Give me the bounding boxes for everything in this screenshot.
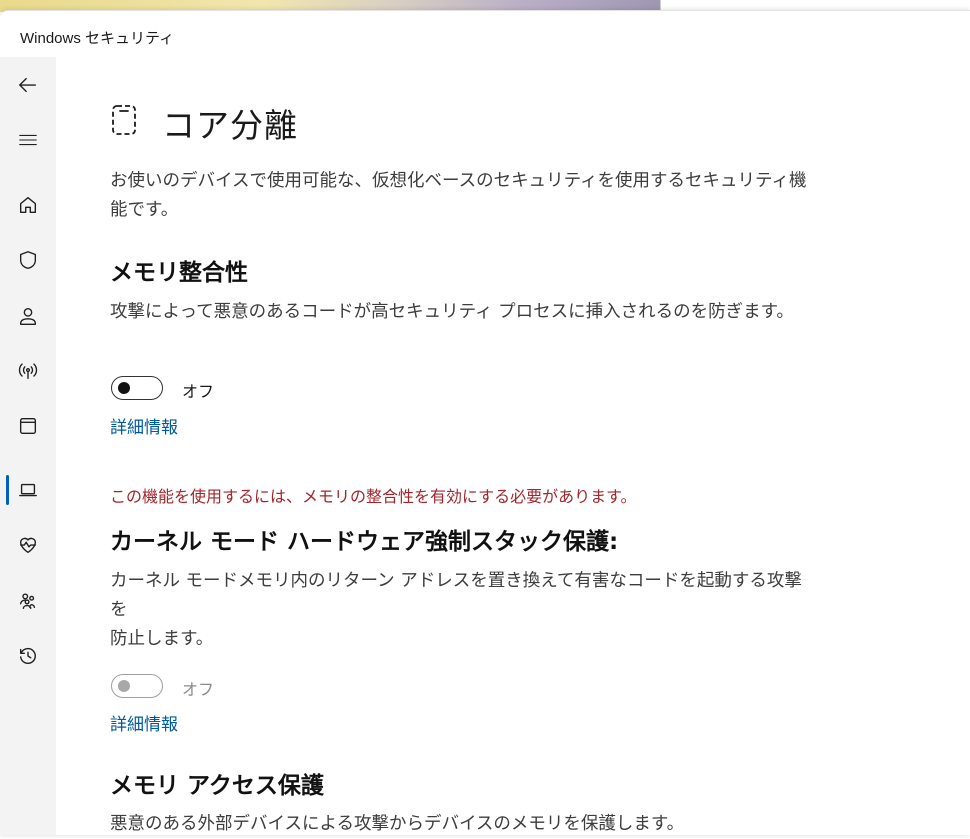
sidebar-item-device-health[interactable] bbox=[0, 523, 56, 567]
windows-security-window: Windows セキュリティ コア分離 お使いのデバイスで使用可能な、仮想化ベー… bbox=[0, 10, 970, 835]
toggle-knob bbox=[118, 680, 130, 692]
kernel-stack-toggle-label: オフ bbox=[182, 680, 215, 699]
family-icon bbox=[19, 593, 36, 610]
memory-integrity-learn-more-link[interactable]: 詳細情報 bbox=[110, 413, 178, 438]
sidebar-item-virus-protection[interactable] bbox=[0, 238, 56, 282]
toggle-knob bbox=[118, 382, 130, 394]
hamburger-menu-icon bbox=[19, 134, 37, 146]
memory-integrity-toggle-label: オフ bbox=[182, 382, 215, 401]
sidebar-item-account[interactable] bbox=[0, 294, 56, 338]
core-isolation-chip-icon bbox=[112, 105, 136, 135]
kernel-stack-protection-toggle[interactable] bbox=[111, 674, 163, 698]
sidebar-item-family[interactable] bbox=[0, 579, 56, 623]
page-description: お使いのデバイスで使用可能な、仮想化ベースのセキュリティを使用するセキュリティ機… bbox=[110, 167, 810, 225]
kernel-stack-learn-more-link[interactable]: 詳細情報 bbox=[110, 710, 178, 735]
sidebar-item-history[interactable] bbox=[0, 634, 56, 678]
navigation-sidebar bbox=[0, 57, 56, 835]
kernel-stack-description-line-2: 防止します。 bbox=[110, 629, 214, 649]
menu-button[interactable] bbox=[0, 118, 56, 162]
memory-access-protection-title: メモリ アクセス保護 bbox=[110, 773, 324, 799]
memory-integrity-title: メモリ整合性 bbox=[110, 260, 248, 286]
back-button[interactable] bbox=[0, 63, 56, 107]
requirement-warning: この機能を使用するには、メモリの整合性を有効にする必要があります。 bbox=[110, 487, 637, 506]
sidebar-item-app-browser[interactable] bbox=[0, 404, 56, 448]
heart-health-icon bbox=[19, 537, 37, 554]
account-person-icon bbox=[19, 307, 37, 325]
kernel-stack-description-line-1: カーネル モードメモリ内のリターン アドレスを置き換えて有害なコードを起動する攻… bbox=[110, 571, 802, 620]
sidebar-item-home[interactable] bbox=[0, 183, 56, 227]
kernel-stack-protection-title: カーネル モード ハードウェア強制スタック保護: bbox=[110, 529, 619, 555]
sidebar-item-firewall[interactable] bbox=[0, 349, 56, 393]
laptop-device-icon bbox=[19, 483, 37, 497]
app-browser-window-icon bbox=[19, 417, 37, 435]
page-description-line-1: お使いのデバイスで使用可能な、仮想化ベースのセキュリティを使用するセキュリティ機 bbox=[110, 171, 807, 191]
history-clock-icon bbox=[19, 647, 36, 664]
sidebar-item-device-security[interactable] bbox=[0, 468, 56, 512]
window-title: Windows セキュリティ bbox=[20, 30, 175, 47]
page-title: コア分離 bbox=[162, 106, 298, 145]
home-icon bbox=[19, 196, 37, 214]
wifi-antenna-icon bbox=[18, 363, 38, 380]
main-content: コア分離 お使いのデバイスで使用可能な、仮想化ベースのセキュリティを使用するセキ… bbox=[56, 57, 970, 835]
back-arrow-icon bbox=[19, 77, 37, 93]
memory-integrity-description: 攻撃によって悪意のあるコードが高セキュリティ プロセスに挿入されるのを防ぎます。 bbox=[110, 302, 794, 322]
memory-integrity-toggle[interactable] bbox=[111, 376, 163, 400]
kernel-stack-protection-description: カーネル モードメモリ内のリターン アドレスを置き換えて有害なコードを起動する攻… bbox=[110, 567, 810, 654]
page-description-line-2: 能です。 bbox=[110, 200, 179, 220]
memory-access-protection-description: 悪意のある外部デバイスによる攻撃からデバイスのメモリを保護します。 bbox=[110, 814, 685, 834]
shield-icon bbox=[19, 251, 37, 269]
